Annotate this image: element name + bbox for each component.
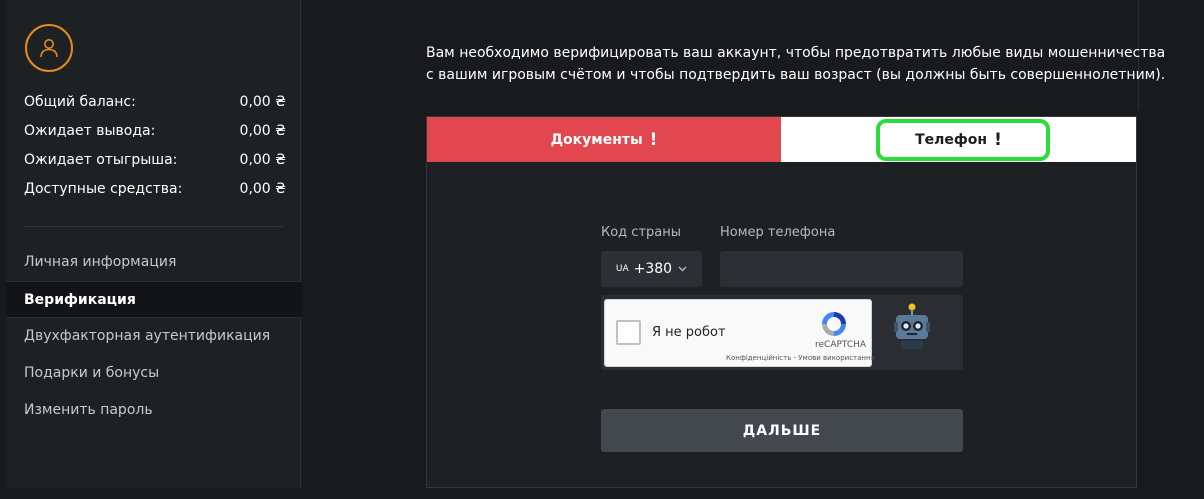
next-button[interactable]: ДАЛЬШЕ [601, 409, 963, 452]
balance-label: Ожидает отыгрыша: [24, 152, 178, 168]
nav-item-verification[interactable]: Верификация [6, 281, 302, 318]
tab-phone[interactable]: Телефон ! [781, 117, 1136, 162]
avatar[interactable] [25, 24, 73, 72]
tab-label: Документы [550, 131, 643, 148]
recaptcha-label: Я не робот [652, 325, 726, 340]
nav-item-change-password[interactable]: Изменить пароль [6, 392, 301, 429]
balance-value: 0,00 ₴ [239, 152, 286, 168]
balance-list: Общий баланс: 0,00 ₴ Ожидает вывода: 0,0… [24, 92, 286, 208]
balance-value: 0,00 ₴ [239, 123, 286, 139]
balance-row-total: Общий баланс: 0,00 ₴ [24, 92, 286, 121]
phone-form: Код страны Номер телефона UA +380 [601, 225, 963, 287]
recaptcha-brand: reCAPTCHA [815, 340, 867, 350]
verification-tabs: Документы ! Телефон ! [427, 117, 1136, 162]
balance-row-pending-withdrawal: Ожидает вывода: 0,00 ₴ [24, 121, 286, 150]
form-labels: Код страны Номер телефона [601, 225, 963, 249]
balance-row-wagering: Ожидает отыгрыша: 0,00 ₴ [24, 150, 286, 179]
recaptcha-icon [822, 312, 846, 336]
verification-panel: Документы ! Телефон ! Код страны Номер т… [426, 116, 1137, 488]
warning-icon: ! [649, 129, 658, 150]
nav-item-gifts-bonuses[interactable]: Подарки и бонусы [6, 355, 301, 392]
user-icon [40, 39, 58, 58]
account-nav: Личная информация Верификация Двухфактор… [6, 244, 302, 429]
phone-input-row: UA +380 [601, 251, 963, 287]
captcha-area: Я не робот reCAPTCHA Конфіденційність - … [601, 295, 963, 370]
country-iso: UA [615, 264, 629, 274]
country-code-label: Код страны [601, 225, 682, 240]
robot-icon [894, 303, 930, 349]
balance-value: 0,00 ₴ [239, 94, 286, 110]
country-code-select[interactable]: UA +380 [601, 251, 702, 287]
account-sidebar: Общий баланс: 0,00 ₴ Ожидает вывода: 0,0… [6, 0, 302, 488]
recaptcha-checkbox[interactable] [616, 320, 641, 345]
recaptcha-links[interactable]: Конфіденційність - Умови використання [726, 354, 875, 362]
tab-label: Телефон [915, 131, 988, 148]
warning-icon: ! [994, 129, 1002, 150]
balance-row-available: Доступные средства: 0,00 ₴ [24, 179, 286, 208]
sidebar-divider [24, 226, 283, 227]
verification-intro-text: Вам необходимо верифицировать ваш аккаун… [426, 45, 1166, 83]
phone-number-label: Номер телефона [720, 225, 836, 240]
nav-item-two-factor[interactable]: Двухфакторная аутентификация [6, 318, 301, 355]
chevron-down-icon [678, 266, 687, 272]
nav-item-personal-info[interactable]: Личная информация [6, 244, 301, 281]
balance-value: 0,00 ₴ [239, 181, 286, 197]
balance-label: Ожидает вывода: [24, 123, 156, 139]
recaptcha-widget: Я не робот reCAPTCHA Конфіденційність - … [604, 299, 875, 367]
tab-documents[interactable]: Документы ! [427, 117, 781, 162]
verification-page: Общий баланс: 0,00 ₴ Ожидает вывода: 0,0… [0, 0, 1204, 499]
phone-number-input[interactable] [720, 251, 963, 287]
country-dial-code: +380 [633, 261, 673, 277]
balance-label: Доступные средства: [24, 181, 183, 197]
balance-label: Общий баланс: [24, 94, 136, 110]
